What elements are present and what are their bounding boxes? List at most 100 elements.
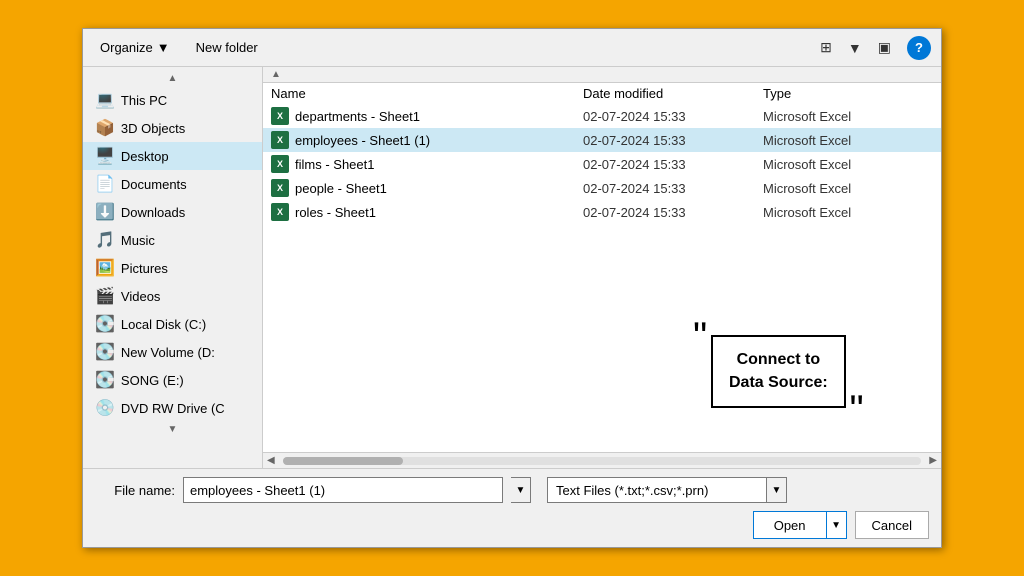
table-row[interactable]: X roles - Sheet1 02-07-2024 15:33 Micros… <box>263 200 941 224</box>
sidebar-scroll-up[interactable]: ▲ <box>83 71 262 86</box>
filename-input[interactable] <box>183 477 503 503</box>
cancel-button[interactable]: Cancel <box>855 511 929 539</box>
scroll-up-arrow-icon: ▲ <box>168 73 178 84</box>
3d-objects-label: 3D Objects <box>121 121 185 136</box>
organize-label: Organize <box>100 40 153 55</box>
preview-pane-icon[interactable]: ▣ <box>872 35 897 60</box>
downloads-icon: ⬇️ <box>95 202 115 222</box>
file-type-cell: Microsoft Excel <box>763 205 941 220</box>
file-type-cell: Microsoft Excel <box>763 133 941 148</box>
toolbar: Organize ▼ New folder ⊞ ▼ ▣ ? <box>83 29 941 67</box>
this-pc-icon: 💻 <box>95 90 115 110</box>
buttons-row: Open ▼ Cancel <box>95 511 929 539</box>
file-columns: Name Date modified Type <box>263 83 941 104</box>
file-date-cell: 02-07-2024 15:33 <box>583 133 763 148</box>
file-date-cell: 02-07-2024 15:33 <box>583 205 763 220</box>
scroll-right-arrow-icon[interactable]: ▶ <box>925 455 941 466</box>
local-disk-c-icon: 💽 <box>95 314 115 334</box>
sidebar-item-new-volume-d[interactable]: 💽 New Volume (D: <box>83 338 262 366</box>
new-folder-button[interactable]: New folder <box>187 36 267 59</box>
col-type-header[interactable]: Type <box>763 86 941 101</box>
file-type-cell: Microsoft Excel <box>763 181 941 196</box>
sidebar-item-dvd-rw[interactable]: 💿 DVD RW Drive (C <box>83 394 262 422</box>
help-button[interactable]: ? <box>907 36 931 60</box>
sidebar-scroll-down[interactable]: ▼ <box>83 422 262 437</box>
file-name-label: departments - Sheet1 <box>295 109 420 124</box>
file-name-label: roles - Sheet1 <box>295 205 376 220</box>
pictures-icon: 🖼️ <box>95 258 115 278</box>
sidebar-item-song-e[interactable]: 💽 SONG (E:) <box>83 366 262 394</box>
new-volume-d-label: New Volume (D: <box>121 345 215 360</box>
main-content: ▲ 💻 This PC 📦 3D Objects 🖥️ Desktop 📄 Do… <box>83 67 941 468</box>
sidebar-item-3d-objects[interactable]: 📦 3D Objects <box>83 114 262 142</box>
desktop-label: Desktop <box>121 149 169 164</box>
scroll-track <box>283 457 922 465</box>
file-date-cell: 02-07-2024 15:33 <box>583 157 763 172</box>
filetype-dropdown-button[interactable]: ▼ <box>767 477 787 503</box>
file-name-label: people - Sheet1 <box>295 181 387 196</box>
sidebar: ▲ 💻 This PC 📦 3D Objects 🖥️ Desktop 📄 Do… <box>83 67 263 468</box>
col-name-header[interactable]: Name <box>263 86 583 101</box>
excel-icon: X <box>271 107 289 125</box>
sidebar-item-downloads[interactable]: ⬇️ Downloads <box>83 198 262 226</box>
sidebar-item-this-pc[interactable]: 💻 This PC <box>83 86 262 114</box>
file-name-label: films - Sheet1 <box>295 157 374 172</box>
sidebar-item-local-disk-c[interactable]: 💽 Local Disk (C:) <box>83 310 262 338</box>
videos-label: Videos <box>121 289 161 304</box>
file-type-cell: Microsoft Excel <box>763 157 941 172</box>
horizontal-scrollbar[interactable]: ◀ ▶ <box>263 452 941 468</box>
documents-icon: 📄 <box>95 174 115 194</box>
file-date-cell: 02-07-2024 15:33 <box>583 109 763 124</box>
videos-icon: 🎬 <box>95 286 115 306</box>
file-name-cell: X employees - Sheet1 (1) <box>263 131 583 149</box>
sort-arrow: ▲ <box>263 69 289 80</box>
sidebar-item-desktop[interactable]: 🖥️ Desktop <box>83 142 262 170</box>
bottom-bar: File name: ▼ Text Files (*.txt;*.csv;*.p… <box>83 468 941 547</box>
view-list-icon[interactable]: ⊞ <box>814 35 838 60</box>
scroll-down-arrow-icon: ▼ <box>168 424 178 435</box>
sidebar-item-music[interactable]: 🎵 Music <box>83 226 262 254</box>
filename-dropdown-button[interactable]: ▼ <box>511 477 531 503</box>
scroll-thumb[interactable] <box>283 457 403 465</box>
filename-label: File name: <box>95 483 175 498</box>
open-button-group: Open ▼ <box>753 511 847 539</box>
pictures-label: Pictures <box>121 261 168 276</box>
sidebar-item-videos[interactable]: 🎬 Videos <box>83 282 262 310</box>
table-row[interactable]: X employees - Sheet1 (1) 02-07-2024 15:3… <box>263 128 941 152</box>
filename-row: File name: ▼ Text Files (*.txt;*.csv;*.p… <box>95 477 929 503</box>
excel-icon: X <box>271 155 289 173</box>
sidebar-item-pictures[interactable]: 🖼️ Pictures <box>83 254 262 282</box>
excel-icon: X <box>271 131 289 149</box>
dvd-rw-icon: 💿 <box>95 398 115 418</box>
excel-icon: X <box>271 203 289 221</box>
table-row[interactable]: X films - Sheet1 02-07-2024 15:33 Micros… <box>263 152 941 176</box>
file-name-cell: X people - Sheet1 <box>263 179 583 197</box>
file-type-cell: Microsoft Excel <box>763 109 941 124</box>
view-dropdown-icon[interactable]: ▼ <box>842 36 868 60</box>
organize-button[interactable]: Organize ▼ <box>93 36 177 59</box>
file-name-cell: X films - Sheet1 <box>263 155 583 173</box>
organize-dropdown-icon: ▼ <box>157 40 170 55</box>
music-label: Music <box>121 233 155 248</box>
open-button[interactable]: Open <box>753 511 827 539</box>
song-e-label: SONG (E:) <box>121 373 184 388</box>
col-date-header[interactable]: Date modified <box>583 86 763 101</box>
scroll-left-arrow-icon[interactable]: ◀ <box>263 455 279 466</box>
table-row[interactable]: X people - Sheet1 02-07-2024 15:33 Micro… <box>263 176 941 200</box>
open-dropdown-button[interactable]: ▼ <box>827 511 847 539</box>
file-list-header: ▲ <box>263 67 941 83</box>
documents-label: Documents <box>121 177 187 192</box>
file-date-cell: 02-07-2024 15:33 <box>583 181 763 196</box>
file-list: X departments - Sheet1 02-07-2024 15:33 … <box>263 104 941 452</box>
table-row[interactable]: X departments - Sheet1 02-07-2024 15:33 … <box>263 104 941 128</box>
sidebar-item-documents[interactable]: 📄 Documents <box>83 170 262 198</box>
desktop-icon: 🖥️ <box>95 146 115 166</box>
3d-objects-icon: 📦 <box>95 118 115 138</box>
filetype-value: Text Files (*.txt;*.csv;*.prn) <box>547 477 767 503</box>
song-e-icon: 💽 <box>95 370 115 390</box>
filetype-select: Text Files (*.txt;*.csv;*.prn) ▼ <box>547 477 787 503</box>
open-file-dialog: Organize ▼ New folder ⊞ ▼ ▣ ? ▲ 💻 This P… <box>82 28 942 548</box>
file-area: ▲ Name Date modified Type X departments … <box>263 67 941 468</box>
file-name-cell: X roles - Sheet1 <box>263 203 583 221</box>
excel-icon: X <box>271 179 289 197</box>
